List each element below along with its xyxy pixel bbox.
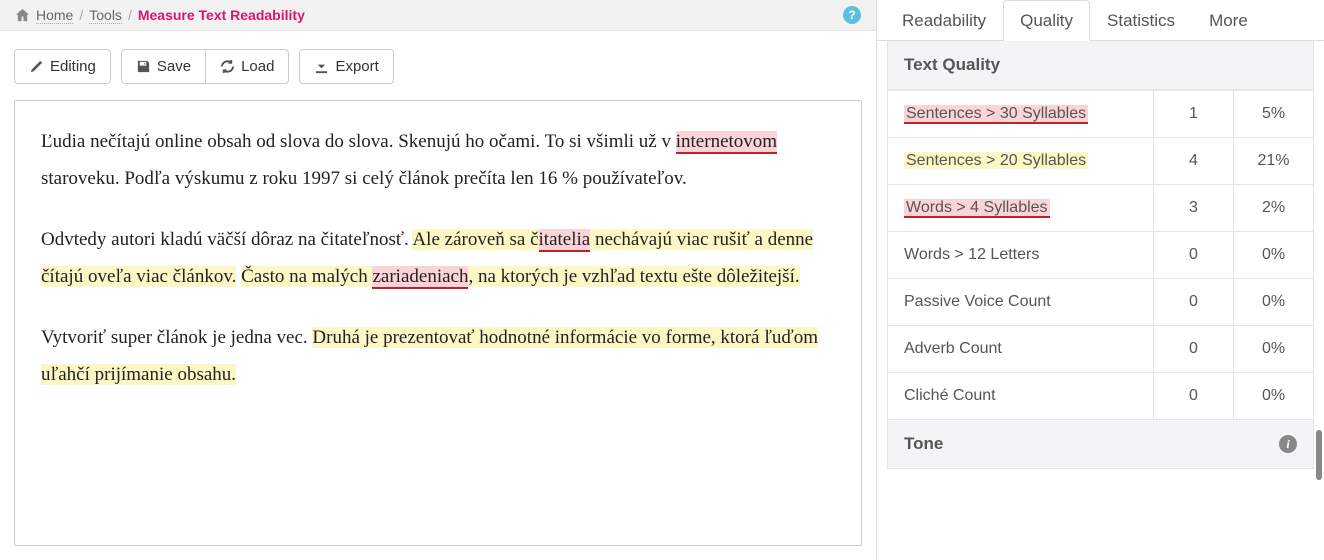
info-icon[interactable]: i — [1279, 435, 1297, 453]
metric-percent: 21% — [1234, 138, 1314, 185]
refresh-icon — [220, 59, 235, 74]
metric-label: Words > 4 Syllables — [888, 185, 1154, 232]
metric-count: 0 — [1154, 232, 1234, 279]
table-row: Words > 12 Letters00% — [888, 232, 1314, 279]
breadcrumb-current: Measure Text Readability — [138, 7, 305, 23]
table-row: Sentences > 30 Syllables15% — [888, 91, 1314, 138]
save-button[interactable]: Save — [121, 49, 206, 84]
highlight-word: zariadeniach — [372, 266, 468, 289]
download-icon — [314, 59, 329, 74]
highlight-word: itatelia — [539, 229, 591, 252]
breadcrumb-sep: / — [128, 7, 132, 23]
breadcrumb-tools[interactable]: Tools — [89, 7, 122, 24]
metric-count: 3 — [1154, 185, 1234, 232]
metric-label: Cliché Count — [888, 373, 1154, 420]
metric-label: Sentences > 30 Syllables — [888, 91, 1154, 138]
save-icon — [136, 59, 151, 74]
load-button[interactable]: Load — [205, 49, 289, 84]
export-button[interactable]: Export — [299, 49, 393, 84]
metric-count: 4 — [1154, 138, 1234, 185]
editor-container[interactable]: Ľudia nečítajú online obsah od slova do … — [14, 100, 862, 546]
quality-metrics-table: Sentences > 30 Syllables15%Sentences > 2… — [887, 90, 1314, 420]
editor-content[interactable]: Ľudia nečítajú online obsah od slova do … — [15, 101, 861, 439]
paragraph: Odvtedy autori kladú väčší dôraz na čita… — [41, 221, 835, 295]
paragraph: Vytvoriť super článok je jedna vec. Druh… — [41, 319, 835, 393]
tab-quality[interactable]: Quality — [1003, 0, 1090, 41]
metric-count: 0 — [1154, 326, 1234, 373]
metric-label: Adverb Count — [888, 326, 1154, 373]
pencil-icon — [29, 59, 44, 74]
tone-header-text: Tone — [904, 434, 943, 454]
editing-button[interactable]: Editing — [14, 49, 111, 84]
table-row: Cliché Count00% — [888, 373, 1314, 420]
metric-percent: 0% — [1234, 373, 1314, 420]
highlight-sentence: Často na malých zariadeniach, na ktorých… — [241, 266, 800, 287]
quality-header-text: Text Quality — [904, 55, 1000, 75]
editing-label: Editing — [50, 58, 96, 75]
topbar: Home / Tools / Measure Text Readability … — [0, 0, 876, 31]
quality-header: Text Quality — [887, 41, 1314, 90]
tab-more[interactable]: More — [1192, 0, 1265, 41]
metric-percent: 0% — [1234, 279, 1314, 326]
tab-readability[interactable]: Readability — [885, 0, 1003, 41]
tone-header: Tone i — [887, 420, 1314, 469]
metric-count: 1 — [1154, 91, 1234, 138]
load-label: Load — [241, 58, 274, 75]
metric-percent: 2% — [1234, 185, 1314, 232]
tabs: Readability Quality Statistics More — [877, 0, 1324, 41]
table-row: Adverb Count00% — [888, 326, 1314, 373]
scrollbar-thumb[interactable] — [1316, 430, 1322, 480]
tab-statistics[interactable]: Statistics — [1090, 0, 1192, 41]
breadcrumb: Home / Tools / Measure Text Readability — [15, 7, 305, 24]
metric-label: Passive Voice Count — [888, 279, 1154, 326]
right-panel: Readability Quality Statistics More Text… — [876, 0, 1324, 560]
highlight-word: internetovom — [676, 131, 777, 154]
metric-percent: 0% — [1234, 326, 1314, 373]
toolbar: Editing Save Load Export — [0, 31, 876, 100]
export-label: Export — [335, 58, 378, 75]
table-row: Passive Voice Count00% — [888, 279, 1314, 326]
metric-label: Words > 12 Letters — [888, 232, 1154, 279]
table-row: Sentences > 20 Syllables421% — [888, 138, 1314, 185]
paragraph: Ľudia nečítajú online obsah od slova do … — [41, 123, 835, 197]
table-row: Words > 4 Syllables32% — [888, 185, 1314, 232]
home-icon — [15, 8, 30, 23]
save-label: Save — [157, 58, 191, 75]
help-icon[interactable]: ? — [843, 6, 861, 24]
metric-count: 0 — [1154, 279, 1234, 326]
breadcrumb-home[interactable]: Home — [36, 7, 73, 24]
metric-percent: 0% — [1234, 232, 1314, 279]
metric-label: Sentences > 20 Syllables — [888, 138, 1154, 185]
metric-percent: 5% — [1234, 91, 1314, 138]
breadcrumb-sep: / — [79, 7, 83, 23]
metric-count: 0 — [1154, 373, 1234, 420]
